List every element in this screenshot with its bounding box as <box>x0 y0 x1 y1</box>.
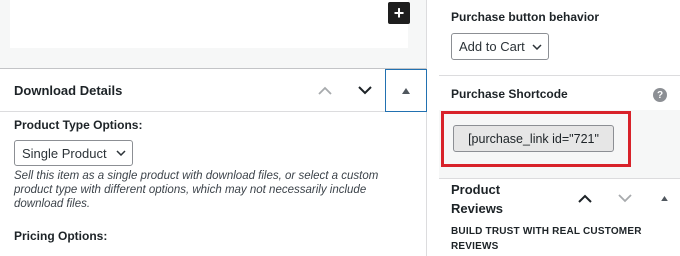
chevron-up-icon <box>318 86 332 95</box>
pricing-options-label: Pricing Options: <box>14 229 108 243</box>
chevron-up-icon <box>578 194 592 203</box>
reviews-description: BUILD TRUST WITH REAL CUSTOMER REVIEWS <box>451 226 642 252</box>
purchase-behavior-value: Add to Cart <box>459 39 525 54</box>
help-icon[interactable]: ? <box>653 88 667 102</box>
product-type-select[interactable]: Single Product <box>14 140 133 166</box>
editor-content[interactable] <box>10 0 408 48</box>
panel-header: Download Details <box>0 69 427 112</box>
reviews-move-down-button[interactable] <box>605 178 645 218</box>
reviews-move-up-button[interactable] <box>565 178 605 218</box>
shortcode-field[interactable]: [purchase_link id="721" <box>453 125 614 152</box>
chevron-down-icon <box>358 86 372 95</box>
move-down-button[interactable] <box>345 69 385 112</box>
plus-icon: + <box>393 3 405 23</box>
main-column: + Download Details Product Type Options:… <box>0 0 427 256</box>
shortcode-label: Purchase Shortcode <box>451 87 568 101</box>
purchase-behavior-label: Purchase button behavior <box>451 10 600 24</box>
chevron-down-icon <box>116 150 126 156</box>
section-divider <box>439 75 680 76</box>
product-type-value: Single Product <box>22 145 107 161</box>
editor-area: + <box>0 0 427 68</box>
chevron-down-icon <box>618 193 632 202</box>
product-type-description: Sell this item as a single product with … <box>14 170 379 210</box>
toggle-panel-button[interactable] <box>385 69 427 112</box>
panel-title: Download Details <box>14 83 123 98</box>
add-block-button[interactable]: + <box>388 2 410 24</box>
chevron-down-icon <box>532 43 542 50</box>
product-type-label: Product Type Options: <box>14 118 143 132</box>
reviews-toggle-button[interactable] <box>649 178 679 218</box>
move-up-button[interactable] <box>305 69 345 112</box>
triangle-up-icon <box>660 195 668 201</box>
triangle-up-icon <box>402 87 410 94</box>
purchase-behavior-select[interactable]: Add to Cart <box>451 33 549 60</box>
reviews-title: Product Reviews <box>451 182 504 216</box>
download-details-panel: Download Details Product Type Options: S… <box>0 68 427 256</box>
